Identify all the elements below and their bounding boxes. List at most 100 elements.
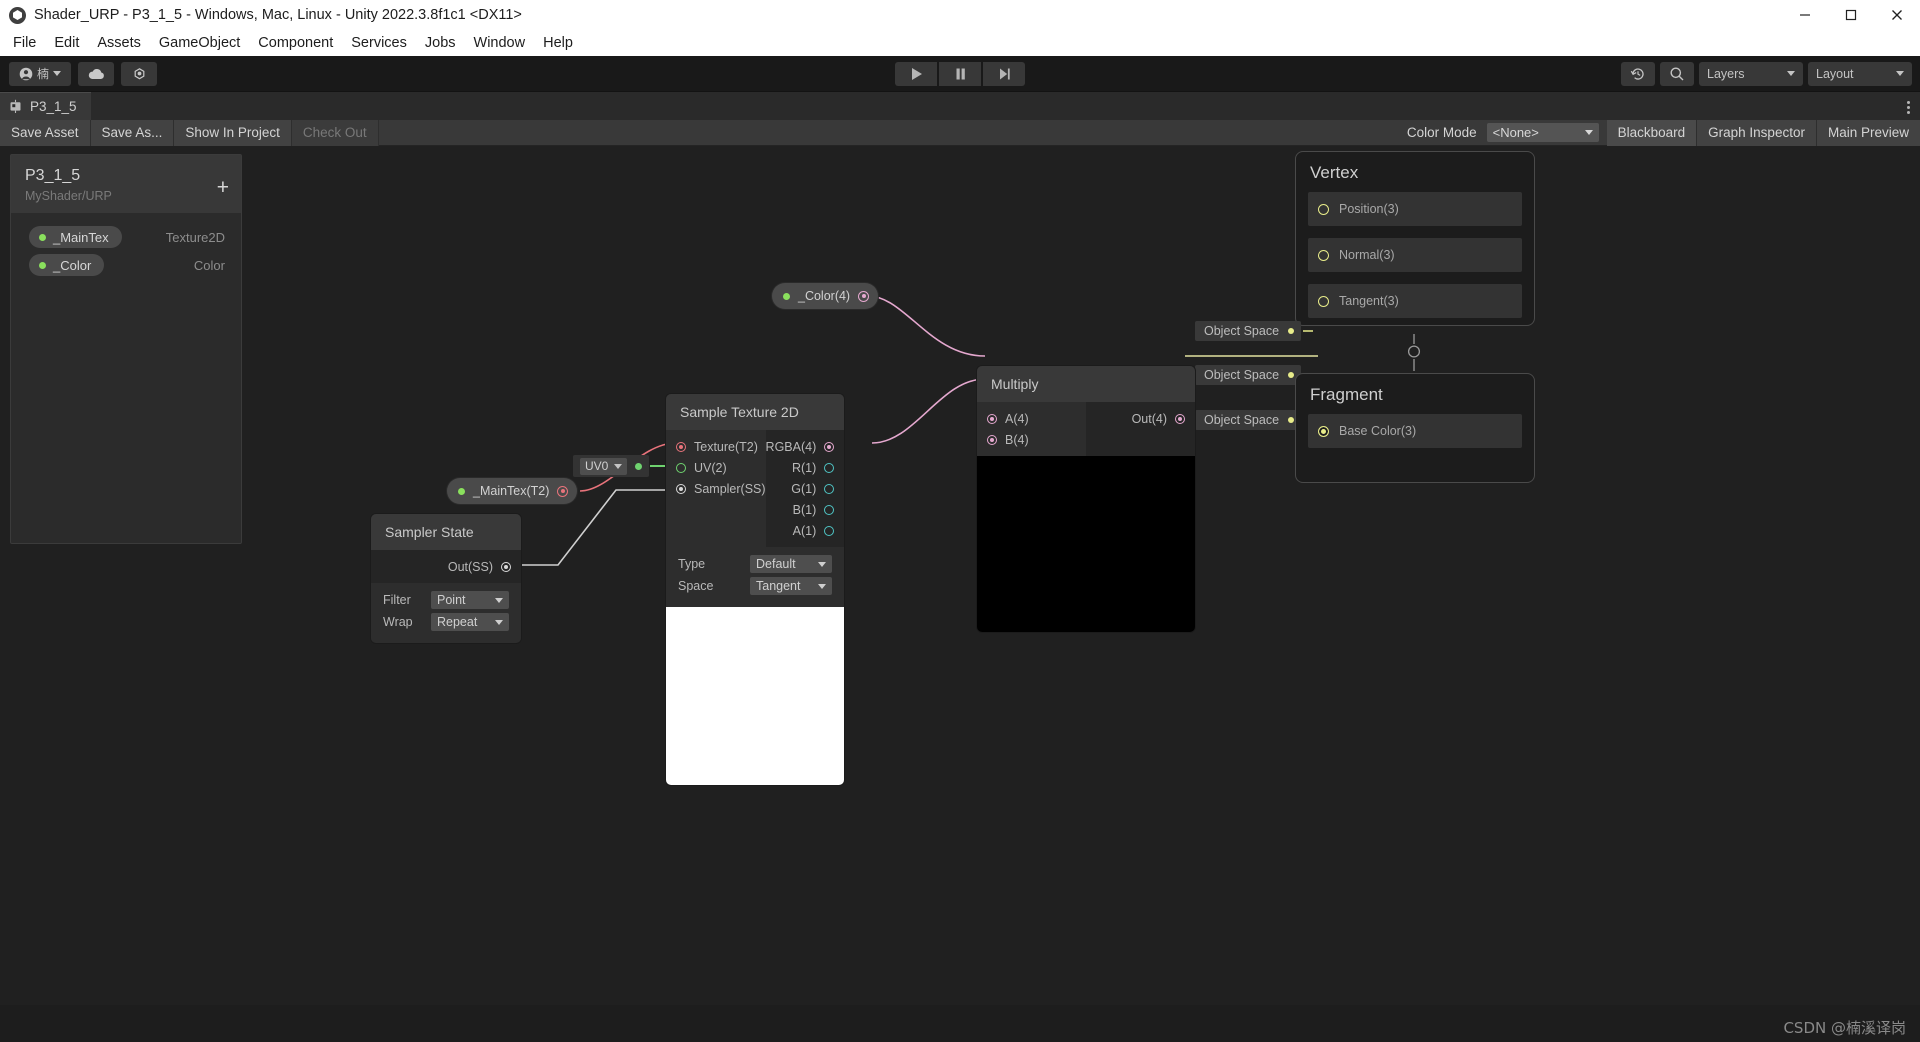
port-texture[interactable]: Texture(T2) [666, 436, 766, 457]
block-position[interactable]: Position(3) [1308, 192, 1522, 226]
plus-icon[interactable]: + [217, 181, 229, 195]
port-icon[interactable] [858, 291, 869, 302]
node-sampler-state[interactable]: Sampler State Out(SS) Filter Point [371, 514, 521, 643]
port-icon[interactable] [824, 442, 834, 452]
menu-item-file[interactable]: File [4, 33, 45, 53]
port-icon[interactable] [824, 484, 834, 494]
maximize-icon[interactable] [1828, 0, 1874, 30]
wrap-dropdown[interactable]: Repeat [431, 613, 509, 631]
space-dropdown[interactable]: Tangent [750, 577, 832, 595]
port-rgba[interactable]: RGBA(4) [766, 436, 845, 457]
space-chip-normal[interactable]: Object Space [1195, 365, 1301, 385]
unity-logo-icon [9, 7, 26, 24]
prop-label: Wrap [383, 615, 431, 629]
port-icon[interactable] [1175, 414, 1185, 424]
port-r[interactable]: R(1) [766, 457, 845, 478]
menu-item-assets[interactable]: Assets [88, 33, 150, 53]
cloud-button[interactable] [78, 62, 114, 86]
block-label: Tangent(3) [1339, 294, 1399, 308]
port-icon[interactable] [824, 463, 834, 473]
space-chip-position[interactable]: Object Space [1195, 321, 1301, 341]
color-mode-dropdown[interactable]: <None> [1487, 123, 1599, 142]
main-preview-toggle[interactable]: Main Preview [1817, 120, 1920, 146]
step-button[interactable] [983, 62, 1025, 86]
node-property-color[interactable]: _Color(4) [772, 283, 878, 309]
node-sample-texture-2d[interactable]: Sample Texture 2D Texture(T2) UV(2) Samp… [666, 394, 844, 785]
block-tangent[interactable]: Tangent(3) [1308, 284, 1522, 318]
minimize-icon[interactable] [1782, 0, 1828, 30]
port-icon[interactable] [501, 562, 511, 572]
undo-history-button[interactable] [1621, 62, 1655, 86]
blackboard-toggle[interactable]: Blackboard [1607, 120, 1698, 146]
port-icon[interactable] [1318, 426, 1329, 437]
port-icon[interactable] [676, 442, 686, 452]
port-uv[interactable]: UV(2) [666, 457, 766, 478]
list-item[interactable]: _Color Color [11, 251, 241, 279]
save-asset-button[interactable]: Save Asset [0, 120, 91, 146]
play-icon [910, 67, 923, 81]
port-out[interactable]: Out(4) [1086, 408, 1195, 429]
space-chip-tangent[interactable]: Object Space [1195, 410, 1301, 430]
menu-item-edit[interactable]: Edit [45, 33, 88, 53]
port-out-ss[interactable]: Out(SS) [371, 556, 521, 577]
node-property-maintex[interactable]: _MainTex(T2) [447, 478, 577, 504]
node-fragment[interactable]: Fragment Base Color(3) [1295, 373, 1535, 483]
port-icon[interactable] [1318, 296, 1329, 307]
node-ports: Out(SS) [371, 550, 521, 583]
account-button[interactable]: 楠 [9, 62, 71, 86]
port-icon[interactable] [1318, 250, 1329, 261]
menu-item-jobs[interactable]: Jobs [416, 33, 465, 53]
port-icon[interactable] [557, 486, 568, 497]
menu-item-component[interactable]: Component [249, 33, 342, 53]
menu-item-window[interactable]: Window [465, 33, 535, 53]
list-item[interactable]: _MainTex Texture2D [11, 223, 241, 251]
port-a[interactable]: A(1) [766, 520, 845, 541]
block-base-color[interactable]: Base Color(3) [1308, 414, 1522, 448]
layout-dropdown[interactable]: Layout [1808, 62, 1912, 86]
type-dropdown[interactable]: Default [750, 555, 832, 573]
kebab-menu-icon[interactable] [1907, 99, 1910, 116]
pause-button[interactable] [939, 62, 981, 86]
account-icon [19, 67, 33, 81]
property-pill-maintex[interactable]: _MainTex [29, 226, 122, 248]
port-icon[interactable] [1318, 204, 1329, 215]
uv-dropdown[interactable]: UV0 [580, 458, 627, 475]
show-in-project-button[interactable]: Show In Project [174, 120, 292, 146]
graph-inspector-toggle[interactable]: Graph Inspector [1697, 120, 1817, 146]
blackboard-panel[interactable]: P3_1_5 MyShader/URP + _MainTex Texture2D… [10, 154, 242, 544]
port-icon[interactable] [676, 484, 686, 494]
prop-wrap: Wrap Repeat [383, 611, 509, 633]
port-icon[interactable] [824, 505, 834, 515]
port-b[interactable]: B(1) [766, 499, 845, 520]
filter-dropdown[interactable]: Point [431, 591, 509, 609]
menu-item-services[interactable]: Services [342, 33, 416, 53]
menu-item-help[interactable]: Help [534, 33, 582, 53]
graph-canvas[interactable]: P3_1_5 MyShader/URP + _MainTex Texture2D… [0, 146, 1920, 1042]
uv-input-chip[interactable]: UV0 [573, 455, 649, 477]
prop-value: Repeat [437, 615, 477, 629]
tab-shadergraph[interactable]: P3_1_5 [0, 92, 91, 120]
port-g[interactable]: G(1) [766, 478, 845, 499]
close-icon[interactable] [1874, 0, 1920, 30]
menu-item-gameobject[interactable]: GameObject [150, 33, 249, 53]
node-vertex[interactable]: Vertex Position(3) Normal(3) Tangent(3) [1295, 151, 1535, 326]
port-icon[interactable] [824, 526, 834, 536]
port-dot-icon [635, 463, 642, 470]
color-mode-value: <None> [1493, 125, 1539, 140]
play-button[interactable] [895, 62, 937, 86]
property-pill-color[interactable]: _Color [29, 254, 104, 276]
save-as-button[interactable]: Save As... [91, 120, 175, 146]
port-icon[interactable] [987, 435, 997, 445]
port-icon[interactable] [676, 463, 686, 473]
layers-dropdown[interactable]: Layers [1699, 62, 1803, 86]
block-normal[interactable]: Normal(3) [1308, 238, 1522, 272]
settings-button[interactable] [121, 62, 157, 86]
chevron-down-icon [495, 598, 503, 603]
port-sampler[interactable]: Sampler(SS) [666, 478, 766, 499]
menubar: File Edit Assets GameObject Component Se… [0, 30, 1920, 56]
port-b[interactable]: B(4) [977, 429, 1086, 450]
port-a[interactable]: A(4) [977, 408, 1086, 429]
search-button[interactable] [1660, 62, 1694, 86]
port-icon[interactable] [987, 414, 997, 424]
node-multiply[interactable]: Multiply A(4) B(4) Out(4) [977, 366, 1195, 632]
